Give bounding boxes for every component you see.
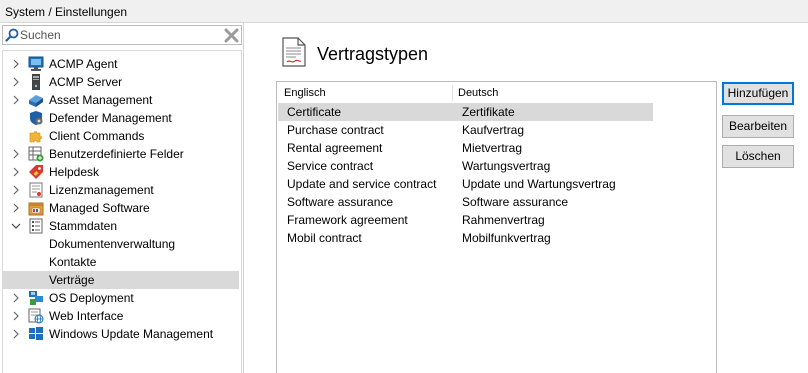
column-header-english[interactable]: Englisch <box>284 87 326 99</box>
tree-item-os-deployment[interactable]: OS Deployment <box>3 289 239 307</box>
table-row[interactable]: Mobil contract Mobilfunkvertrag <box>278 229 653 247</box>
tree-item-acmp-agent[interactable]: ACMP Agent <box>3 55 239 73</box>
cell-german: Software assurance <box>462 195 569 209</box>
tree-item-label: Managed Software <box>49 201 150 215</box>
defender-shield-icon <box>30 111 43 125</box>
tree-item-dokumentenverwaltung[interactable]: Dokumentenverwaltung <box>3 235 239 253</box>
table-row[interactable]: Update and service contract Update und W… <box>278 175 653 193</box>
tree-item-vertraege[interactable]: Verträge <box>3 271 239 289</box>
column-divider[interactable] <box>452 85 453 101</box>
license-document-icon <box>29 182 43 198</box>
delete-button[interactable]: Löschen <box>722 145 794 168</box>
tree-item-label: Web Interface <box>49 309 124 323</box>
tree-item-label: Stammdaten <box>49 219 118 233</box>
cell-german: Update und Wartungsvertrag <box>462 177 616 191</box>
tree-item-label: Lizenzmanagement <box>49 183 154 197</box>
add-button[interactable]: Hinzufügen <box>722 82 794 105</box>
monitor-icon <box>28 56 44 71</box>
breadcrumb: System / Einstellungen <box>0 0 808 23</box>
chevron-right-icon[interactable] <box>11 77 21 87</box>
contract-document-icon <box>282 37 306 67</box>
tree-item-label: Dokumentenverwaltung <box>49 237 176 251</box>
tree-item-label: ACMP Agent <box>49 57 118 71</box>
cell-english: Certificate <box>287 105 342 119</box>
tree-item-label: Client Commands <box>49 129 145 143</box>
tree-item-client-commands[interactable]: Client Commands <box>3 127 239 145</box>
table-row[interactable]: Software assurance Software assurance <box>278 193 653 211</box>
asset-box-icon <box>29 95 43 107</box>
clear-search-icon[interactable] <box>224 28 239 43</box>
cell-english: Update and service contract <box>287 177 437 191</box>
cell-english: Purchase contract <box>287 123 384 137</box>
edit-button[interactable]: Bearbeiten <box>722 115 794 138</box>
cell-german: Kaufvertrag <box>462 123 525 137</box>
tree-item-kontakte[interactable]: Kontakte <box>3 253 239 271</box>
tree-item-asset-management[interactable]: Asset Management <box>3 91 239 109</box>
os-deployment-icon <box>29 291 43 305</box>
page-title: Vertragstypen <box>317 44 429 64</box>
web-interface-icon <box>28 308 44 324</box>
tree-item-helpdesk[interactable]: Helpdesk <box>3 163 239 181</box>
tree-item-label: Benutzerdefinierte Felder <box>49 147 184 161</box>
search-input[interactable] <box>20 27 220 43</box>
chevron-right-icon[interactable] <box>11 167 21 177</box>
contract-types-panel: Vertragstypen Englisch Deutsch Certifica… <box>245 23 808 373</box>
tree-item-label: ACMP Server <box>49 75 123 89</box>
custom-fields-grid-icon <box>28 146 44 162</box>
contract-types-table: Englisch Deutsch Certificate Zertifikate… <box>276 81 717 373</box>
tree-item-label: Helpdesk <box>49 165 100 179</box>
search-icon <box>5 28 19 42</box>
tree-item-label: Verträge <box>49 273 95 287</box>
breadcrumb-text: System / Einstellungen <box>5 5 128 19</box>
tree-item-label: Windows Update Management <box>49 327 214 341</box>
cell-german: Wartungsvertrag <box>462 159 551 173</box>
cell-english: Framework agreement <box>287 213 408 227</box>
table-row[interactable]: Purchase contract Kaufvertrag <box>278 121 653 139</box>
table-row[interactable]: Service contract Wartungsvertrag <box>278 157 653 175</box>
tree-item-windows-update-management[interactable]: Windows Update Management <box>3 325 239 343</box>
chevron-right-icon[interactable] <box>11 95 21 105</box>
column-header-german[interactable]: Deutsch <box>458 87 498 99</box>
cell-english: Software assurance <box>287 195 394 209</box>
settings-navigation-panel: ACMP Agent ACMP Server Asset Management … <box>0 23 244 373</box>
tree-item-managed-software[interactable]: Managed Software <box>3 199 239 217</box>
chevron-down-icon[interactable] <box>11 221 21 231</box>
cell-german: Mietvertrag <box>462 141 523 155</box>
search-box[interactable] <box>2 25 242 45</box>
tag-icon <box>29 165 43 179</box>
tree-item-label: Kontakte <box>49 255 97 269</box>
chevron-right-icon[interactable] <box>11 311 21 321</box>
table-row[interactable]: Rental agreement Mietvertrag <box>278 139 653 157</box>
chevron-right-icon[interactable] <box>11 149 21 159</box>
cell-german: Rahmenvertrag <box>462 213 545 227</box>
puzzle-icon <box>29 131 42 143</box>
windows-icon <box>29 327 43 340</box>
table-header: Englisch Deutsch <box>277 82 716 103</box>
cell-english: Service contract <box>287 159 374 173</box>
tree-item-web-interface[interactable]: Web Interface <box>3 307 239 325</box>
tree-item-lizenzmanagement[interactable]: Lizenzmanagement <box>3 181 239 199</box>
tree-item-benutzerdefinierte-felder[interactable]: Benutzerdefinierte Felder <box>3 145 239 163</box>
table-row[interactable]: Certificate Zertifikate <box>278 103 653 121</box>
chevron-right-icon[interactable] <box>11 185 21 195</box>
cell-english: Mobil contract <box>287 231 362 245</box>
cell-german: Mobilfunkvertrag <box>462 231 551 245</box>
cell-english: Rental agreement <box>287 141 383 155</box>
software-package-icon <box>28 202 44 216</box>
chevron-right-icon[interactable] <box>11 329 21 339</box>
tree-item-label: Asset Management <box>49 93 153 107</box>
tree-item-label: Defender Management <box>49 111 172 125</box>
tree-item-label: OS Deployment <box>49 291 134 305</box>
table-row[interactable]: Framework agreement Rahmenvertrag <box>278 211 653 229</box>
tree-item-acmp-server[interactable]: ACMP Server <box>3 73 239 91</box>
server-tower-icon <box>32 74 40 90</box>
tree-item-defender-management[interactable]: Defender Management <box>3 109 239 127</box>
chevron-right-icon[interactable] <box>11 293 21 303</box>
master-data-list-icon <box>29 218 43 234</box>
chevron-right-icon[interactable] <box>11 203 21 213</box>
tree-item-stammdaten[interactable]: Stammdaten <box>3 217 239 235</box>
cell-german: Zertifikate <box>462 105 515 119</box>
chevron-right-icon[interactable] <box>11 59 21 69</box>
